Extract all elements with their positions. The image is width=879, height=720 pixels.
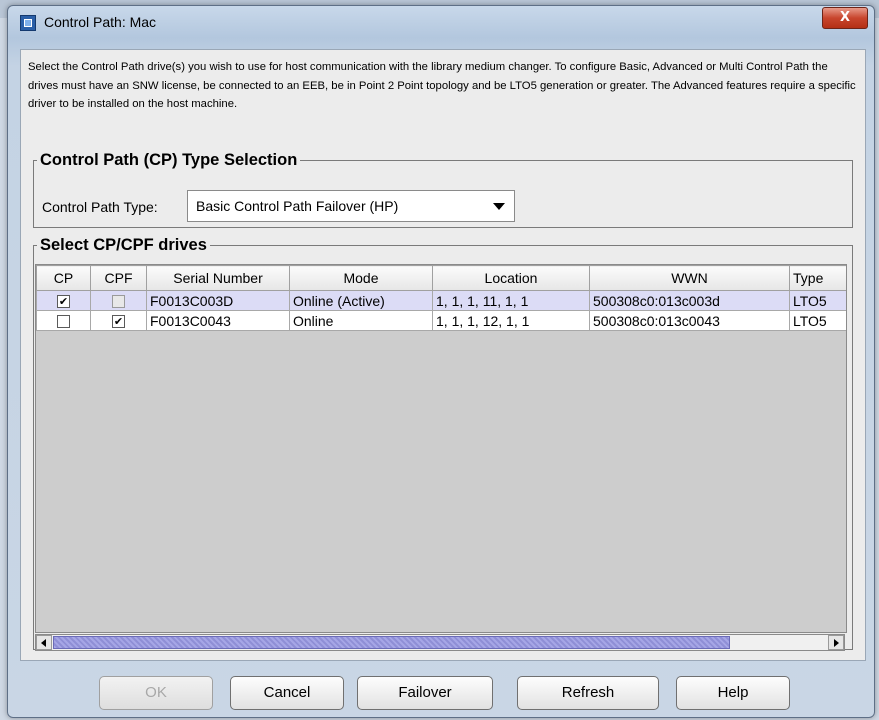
cp-cell — [36, 310, 91, 331]
location-cell: 1, 1, 1, 12, 1, 1 — [432, 310, 590, 331]
type-cell: LTO5 — [789, 310, 846, 331]
mode-cell: Online (Active) — [289, 290, 433, 311]
column-header-cp[interactable]: CP — [36, 265, 91, 291]
column-header-mode[interactable]: Mode — [289, 265, 433, 291]
table-row[interactable]: ✔ F0013C0043 Online 1, 1, 1, 12, 1, 1 50… — [36, 310, 846, 331]
cp-type-label: Control Path Type: — [42, 199, 158, 215]
app-icon — [20, 15, 36, 31]
help-button[interactable]: Help — [676, 676, 790, 710]
table-row[interactable]: ✔ F0013C003D Online (Active) 1, 1, 1, 11… — [36, 290, 846, 311]
horizontal-scrollbar[interactable] — [35, 634, 845, 651]
table-header-row: CP CPF Serial Number Mode Location WWN T… — [36, 265, 846, 291]
close-button[interactable]: X — [822, 7, 868, 29]
type-cell: LTO5 — [789, 290, 846, 311]
description-text: Select the Control Path drive(s) you wis… — [28, 61, 856, 110]
cp-checkbox[interactable]: ✔ — [57, 295, 70, 309]
cp-cell: ✔ — [36, 290, 91, 311]
cp-type-legend: Control Path (CP) Type Selection — [40, 151, 298, 169]
mode-cell: Online — [289, 310, 433, 331]
column-header-location[interactable]: Location — [432, 265, 590, 291]
serial-number-cell: F0013C003D — [146, 290, 290, 311]
cp-type-group: Control Path (CP) Type Selection Control… — [33, 151, 853, 228]
window-title: Control Path: Mac — [44, 14, 157, 30]
cp-checkbox[interactable] — [57, 315, 70, 329]
column-header-serial-number[interactable]: Serial Number — [146, 265, 290, 291]
cancel-button[interactable]: Cancel — [230, 676, 344, 710]
drives-legend: Select CP/CPF drives — [40, 236, 207, 254]
location-cell: 1, 1, 1, 11, 1, 1 — [432, 290, 590, 311]
cpf-checkbox[interactable]: ✔ — [112, 315, 125, 329]
drives-table-container: CP CPF Serial Number Mode Location WWN T… — [35, 264, 847, 633]
drives-table: CP CPF Serial Number Mode Location WWN T… — [36, 265, 846, 331]
scroll-left-button[interactable] — [36, 635, 52, 650]
failover-button[interactable]: Failover — [357, 676, 493, 710]
control-path-dialog: Control Path: Mac X Select the Control P… — [7, 5, 875, 718]
refresh-button[interactable]: Refresh — [517, 676, 659, 710]
cpf-cell: ✔ — [90, 310, 147, 331]
column-header-type[interactable]: Type — [789, 265, 846, 291]
ok-button[interactable]: OK — [99, 676, 213, 710]
wwn-cell: 500308c0:013c003d — [589, 290, 790, 311]
column-header-wwn[interactable]: WWN — [589, 265, 790, 291]
dialog-content: Select the Control Path drive(s) you wis… — [20, 49, 866, 661]
wwn-cell: 500308c0:013c0043 — [589, 310, 790, 331]
title-bar: Control Path: Mac X — [8, 6, 874, 36]
scrollbar-thumb[interactable] — [53, 636, 730, 649]
cp-type-selected-value: Basic Control Path Failover (HP) — [196, 198, 399, 214]
column-header-cpf[interactable]: CPF — [90, 265, 147, 291]
arrow-right-icon — [834, 639, 839, 647]
cp-type-dropdown[interactable]: Basic Control Path Failover (HP) — [187, 190, 515, 222]
serial-number-cell: F0013C0043 — [146, 310, 290, 331]
scroll-right-button[interactable] — [828, 635, 844, 650]
cpf-cell — [90, 290, 147, 311]
chevron-down-icon[interactable] — [493, 203, 505, 210]
cpf-checkbox[interactable] — [112, 295, 125, 309]
arrow-left-icon — [41, 639, 46, 647]
